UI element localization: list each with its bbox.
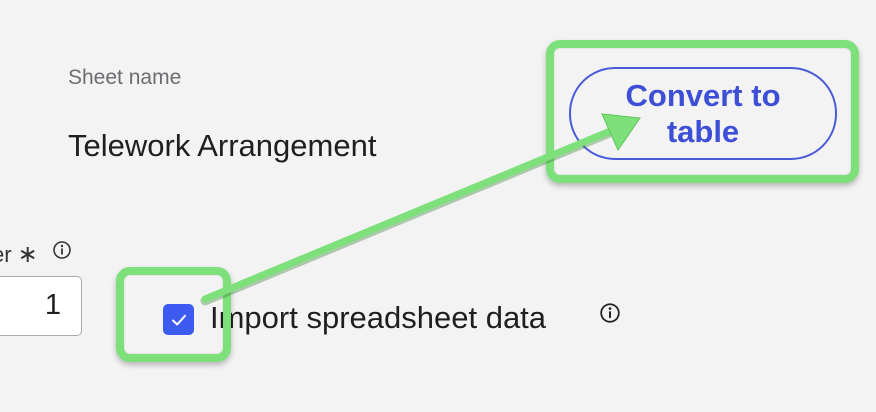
header-row-label: er∗ (0, 240, 72, 269)
convert-to-table-button[interactable]: Convert to table (569, 67, 837, 160)
import-info-icon[interactable] (599, 302, 621, 329)
header-row-label-text: er (0, 242, 12, 267)
import-checkbox[interactable] (163, 304, 194, 335)
info-icon[interactable] (52, 240, 72, 266)
annotation-arrow (200, 113, 641, 306)
import-checkbox-label[interactable]: Import spreadsheet data (210, 300, 546, 336)
sheet-name-label: Sheet name (68, 66, 182, 89)
checkmark-icon (171, 314, 186, 325)
required-asterisk: ∗ (17, 241, 38, 268)
sheet-name-value: Telework Arrangement (68, 128, 377, 163)
header-row-input[interactable]: 1 (0, 276, 82, 336)
